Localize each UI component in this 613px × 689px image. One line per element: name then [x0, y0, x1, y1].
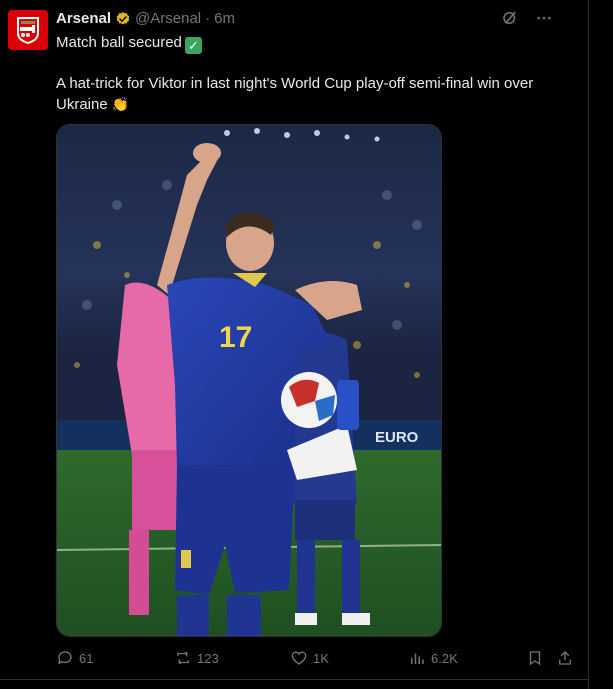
reply-icon: [57, 651, 72, 665]
tweet-line-1-text: Match ball secured: [56, 34, 182, 51]
verified-badge-icon: [115, 11, 131, 27]
share-icon: [559, 651, 571, 665]
reply-count: 61: [79, 650, 94, 666]
tweet-line-1: Match ball secured ✓: [56, 33, 576, 54]
ad-board-text: EURO: [375, 429, 419, 446]
like-button[interactable]: 1K: [290, 649, 329, 667]
tweet-top-actions: [500, 8, 554, 28]
tweet-line-2: A hat-trick for Viktor in last night's W…: [56, 74, 576, 115]
repost-count: 123: [197, 650, 219, 666]
heart-icon: [291, 651, 307, 665]
right-frame-border: [588, 0, 613, 689]
tweet-photo[interactable]: EURO 17: [56, 124, 442, 637]
separator-dot: ·: [205, 10, 211, 27]
more-options-icon[interactable]: [534, 8, 554, 28]
grok-icon[interactable]: [500, 8, 520, 28]
views-button[interactable]: 6.2K: [408, 649, 458, 667]
shirt-number: 17: [219, 321, 252, 354]
bookmark-button[interactable]: [526, 649, 544, 667]
tweet-actions-bar: 61 123 1K 6.2K: [56, 649, 576, 669]
bookmark-icon: [529, 651, 541, 666]
football-celebration-photo: EURO 17: [57, 125, 441, 636]
repost-icon: [177, 651, 189, 665]
timestamp[interactable]: 6m: [214, 10, 235, 27]
account-handle[interactable]: @Arsenal: [135, 10, 201, 27]
reply-button[interactable]: 61: [56, 649, 93, 667]
avatar[interactable]: [8, 10, 48, 50]
like-count: 1K: [313, 650, 329, 666]
views-chart-icon: [411, 653, 424, 664]
tweet[interactable]: Arsenal @Arsenal · 6m Match ball secured…: [0, 0, 588, 679]
bottom-frame-border: [0, 679, 589, 689]
account-name[interactable]: Arsenal: [56, 10, 111, 27]
tweet-text: Match ball secured ✓ A hat-trick for Vikt…: [56, 33, 576, 115]
clapping-hands-emoji-icon: 👏: [111, 96, 130, 112]
repost-button[interactable]: 123: [174, 649, 219, 667]
views-count: 6.2K: [431, 650, 458, 666]
arsenal-crest-icon: [17, 17, 39, 44]
check-mark-emoji-icon: ✓: [184, 37, 202, 54]
tweet-header: Arsenal @Arsenal · 6m: [56, 10, 235, 27]
share-button[interactable]: [556, 649, 574, 667]
